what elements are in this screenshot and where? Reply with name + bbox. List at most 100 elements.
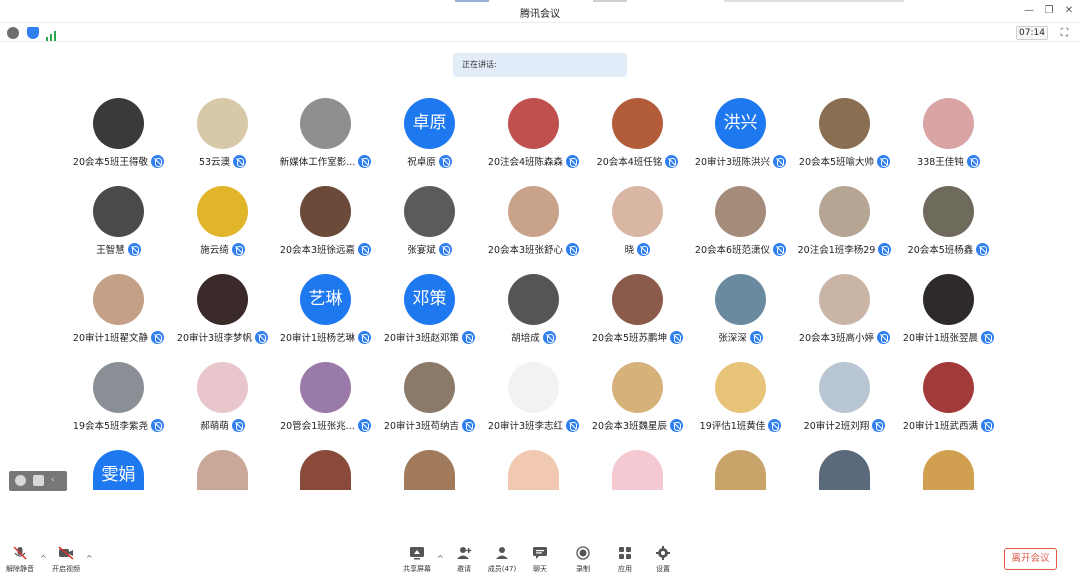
participant-tile[interactable] [585,450,690,530]
invite-button[interactable]: 邀请 [444,546,484,574]
participant-tile[interactable] [170,450,275,530]
participant-name-row: 20会本4班任铭 [585,154,690,168]
participant-tile[interactable]: 施云绮 [170,186,275,266]
mic-muted-icon [151,330,165,344]
participant-tile[interactable]: 20会本6班范潇仪 [688,186,793,266]
avatar [93,98,144,149]
participant-tile[interactable]: 20会本3班高小婷 [792,274,897,354]
participant-tile[interactable]: 19评估1班黄佳 [688,362,793,442]
speaking-indicator: 正在讲话: [453,53,627,77]
participant-tile[interactable] [481,450,586,530]
participant-tile[interactable]: 20会本5班苏鹏坤 [585,274,690,354]
participant-tile[interactable]: 20注会1班李杨29 [792,186,897,266]
keyboard-icon[interactable] [33,475,44,486]
fullscreen-icon[interactable]: ⛶ [1058,26,1071,39]
participant-name-row: 53云澳 [170,154,275,168]
restore-icon[interactable]: ❐ [1040,2,1058,20]
participant-tile[interactable]: 20审计3班李梦帆 [170,274,275,354]
participant-tile[interactable]: 卓原 祝卓原 [377,98,482,178]
participant-tile[interactable]: 张宴斌 [377,186,482,266]
mic-muted-icon [357,418,371,432]
share-screen-button[interactable]: 共享屏幕 [397,546,437,574]
record-button[interactable]: 录制 [563,546,603,574]
start-video-button[interactable]: 开启视频 [46,546,86,574]
participant-tile[interactable]: 洪兴 20审计3班陈洪兴 [688,98,793,178]
members-button[interactable]: 成员(47) [482,546,522,574]
avatar [508,362,559,413]
avatar [819,362,870,413]
avatar [923,186,974,237]
participant-tile[interactable] [896,450,1001,530]
participant-name: 祝卓原 [407,157,436,168]
floating-controls[interactable]: ‹ [9,471,67,491]
participant-tile[interactable]: 雯娟 [66,450,171,530]
avatar [715,362,766,413]
meeting-timer: 07:14 [1016,26,1048,40]
signal-icon[interactable] [45,27,57,41]
participant-name: 晓 [624,245,635,256]
participant-tile[interactable]: 20会本5班杨鑫 [896,186,1001,266]
participant-tile[interactable] [688,450,793,530]
avatar [197,274,248,325]
participant-tile[interactable]: 20审计1班翟文静 [66,274,171,354]
unmute-button[interactable]: 解除静音 [0,546,40,574]
participant-tile[interactable]: 20会本5班喻大帅 [792,98,897,178]
leave-meeting-button[interactable]: 离开会议 [1004,548,1057,570]
apps-button[interactable]: 应用 [605,546,645,574]
participant-tile[interactable]: 郝萌萌 [170,362,275,442]
collapse-icon[interactable]: ‹ [51,475,62,486]
participant-tile[interactable]: 19会本5班李紫尧 [66,362,171,442]
participant-tile[interactable]: 20会本3班魏星辰 [585,362,690,442]
participant-name-row: 20会本5班王得敬 [66,154,171,168]
avatar [93,362,144,413]
participant-tile[interactable]: 20审计1班武西满 [896,362,1001,442]
mic-muted-icon [151,418,165,432]
mic-muted-icon [438,242,452,256]
participant-name: 20审计3班苟纳吉 [383,421,460,432]
video-options-chevron-up-icon[interactable]: ^ [86,554,93,563]
settings-label: 设置 [656,565,670,573]
participant-tile[interactable] [377,450,482,530]
mic-muted-icon [981,418,995,432]
participant-tile[interactable]: 20会本3班张舒心 [481,186,586,266]
chat-button[interactable]: 聊天 [520,546,560,574]
avatar [300,450,351,490]
participant-name-row: 20会本6班范潇仪 [688,242,793,256]
face-icon[interactable] [15,475,26,486]
participant-tile[interactable]: 艺琳 20审计1班杨艺琳 [273,274,378,354]
shield-icon[interactable] [27,27,39,39]
share-options-chevron-up-icon[interactable]: ^ [437,554,444,563]
participant-name-row: 20注会1班李杨29 [792,242,897,256]
participant-tile[interactable]: 20会本4班任铭 [585,98,690,178]
participant-tile[interactable]: 晓 [585,186,690,266]
participant-tile[interactable]: 20管会1班张兆... [273,362,378,442]
participant-tile[interactable]: 338王佳钝 [896,98,1001,178]
participant-tile[interactable]: 王智慧 [66,186,171,266]
participant-tile[interactable] [792,450,897,530]
participant-tile[interactable]: 胡培成 [481,274,586,354]
participant-tile[interactable]: 53云澳 [170,98,275,178]
info-icon[interactable] [7,27,19,39]
close-icon[interactable]: ✕ [1060,2,1078,20]
participant-tile[interactable]: 张深深 [688,274,793,354]
participant-tile[interactable]: 20审计1班张翌晨 [896,274,1001,354]
participant-tile[interactable]: 20会本3班徐远嘉 [273,186,378,266]
mic-muted-icon [566,242,580,256]
settings-button[interactable]: 设置 [643,546,683,574]
participant-name: 胡培成 [511,333,540,344]
participant-name: 20审计3班李梦帆 [176,333,253,344]
avatar [300,98,351,149]
mic-muted-icon [566,154,580,168]
participant-tile[interactable]: 20审计3班李志红 [481,362,586,442]
participant-name-row: 新媒体工作室影... [273,154,378,168]
participant-tile[interactable]: 20会本5班王得敬 [66,98,171,178]
participant-tile[interactable]: 20审计3班苟纳吉 [377,362,482,442]
avatar [404,362,455,413]
participant-tile[interactable]: 邓策 20审计3班赵邓策 [377,274,482,354]
participant-tile[interactable]: 新媒体工作室影... [273,98,378,178]
participant-tile[interactable] [273,450,378,530]
participant-tile[interactable]: 20审计2班刘翔 [792,362,897,442]
participant-name-row: 祝卓原 [377,154,482,168]
participant-tile[interactable]: 20注会4班陈森森 [481,98,586,178]
minimize-icon[interactable]: — [1020,2,1038,20]
